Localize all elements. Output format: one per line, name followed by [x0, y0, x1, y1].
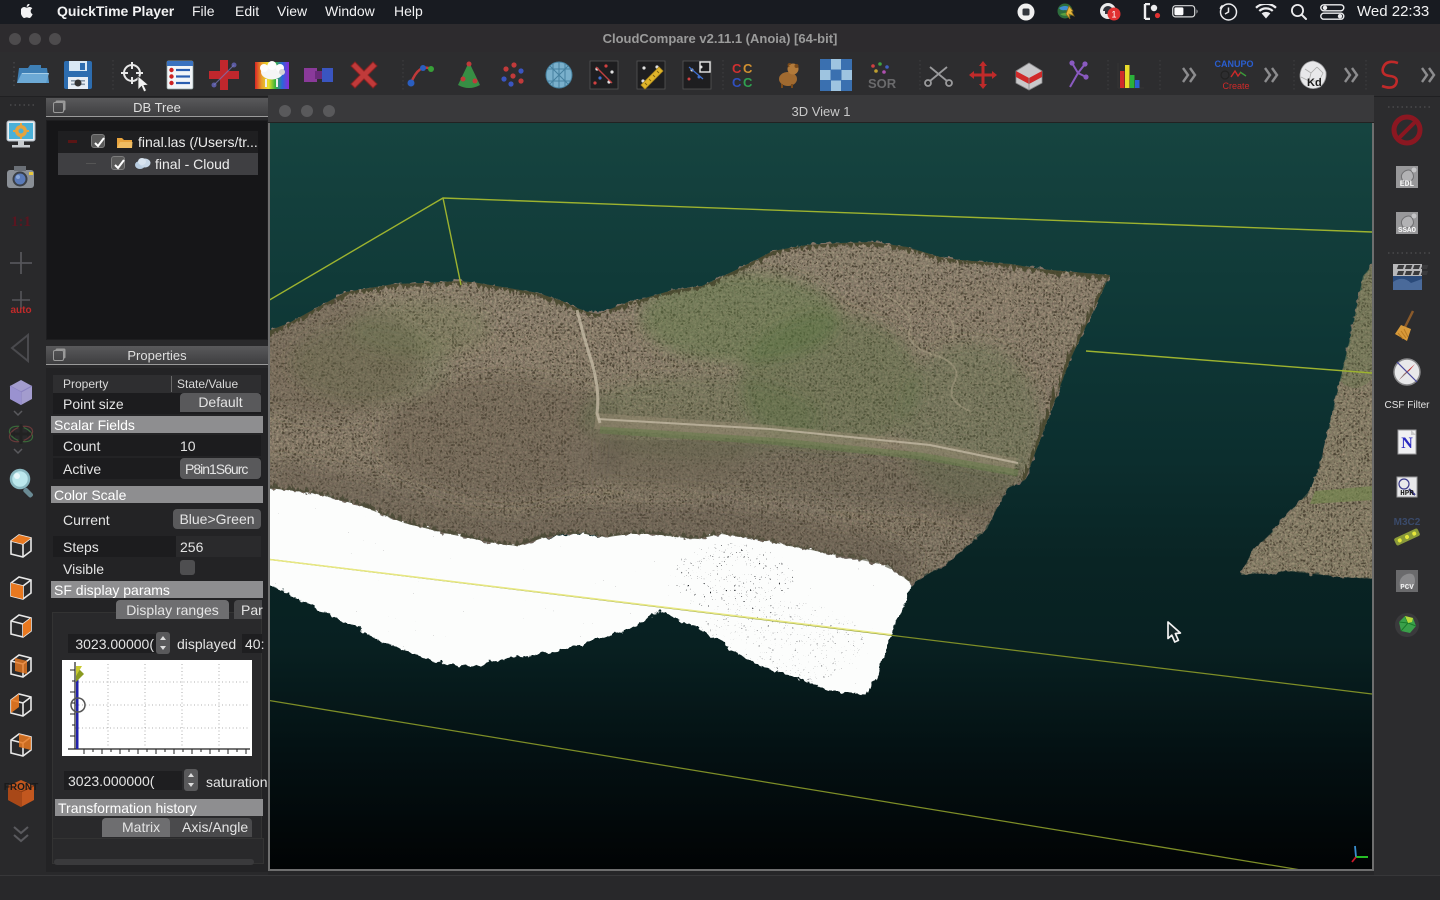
- svg-text:SSAO: SSAO: [1398, 227, 1417, 235]
- svg-text:HPR: HPR: [1400, 490, 1414, 498]
- svg-text:auto: auto: [10, 305, 31, 316]
- svg-text:EDL: EDL: [1400, 180, 1415, 189]
- svg-text:C: C: [732, 75, 742, 90]
- svg-text:CANUPO: CANUPO: [1214, 59, 1253, 69]
- svg-text:C: C: [743, 75, 753, 90]
- svg-text:Create: Create: [1222, 81, 1249, 91]
- svg-text:PCV: PCV: [1400, 584, 1414, 592]
- svg-text:M3C2: M3C2: [1394, 517, 1421, 528]
- svg-text:C: C: [743, 61, 753, 76]
- svg-text:1:1: 1:1: [11, 214, 31, 230]
- svg-text:1: 1: [1111, 10, 1116, 20]
- svg-text:SOR: SOR: [868, 76, 897, 91]
- svg-text:CSF Filter: CSF Filter: [1385, 400, 1431, 411]
- svg-text:FRONT: FRONT: [4, 782, 38, 793]
- svg-text:C: C: [732, 61, 742, 76]
- svg-text:Kd: Kd: [1307, 77, 1322, 89]
- svg-text:N: N: [1401, 435, 1413, 452]
